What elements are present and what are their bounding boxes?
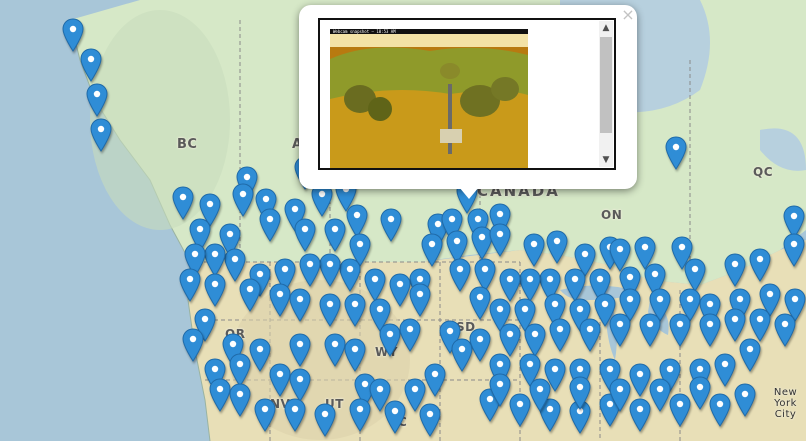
popup-scrollbar[interactable]: ▲ ▼ bbox=[599, 21, 613, 167]
map-marker-icon[interactable] bbox=[523, 233, 545, 267]
map-marker-icon[interactable] bbox=[62, 18, 84, 52]
map-marker-icon[interactable] bbox=[86, 83, 108, 117]
map-marker-icon[interactable] bbox=[349, 398, 371, 432]
map-marker-icon[interactable] bbox=[294, 218, 316, 252]
map-marker-icon[interactable] bbox=[629, 363, 651, 397]
map-marker-icon[interactable] bbox=[684, 258, 706, 292]
map-marker-icon[interactable] bbox=[519, 268, 541, 302]
map-marker-icon[interactable] bbox=[419, 403, 441, 437]
map-marker-icon[interactable] bbox=[324, 333, 346, 367]
map-marker-icon[interactable] bbox=[629, 398, 651, 432]
scroll-up-arrow-icon[interactable]: ▲ bbox=[599, 21, 613, 35]
map-marker-icon[interactable] bbox=[739, 338, 761, 372]
map-marker-icon[interactable] bbox=[254, 398, 276, 432]
map-marker-icon[interactable] bbox=[665, 136, 687, 170]
popup-content-frame[interactable]: Webcam snapshot — 10:53 AM ▲ ▼ bbox=[318, 18, 616, 170]
webcam-caption: Webcam snapshot — 10:53 AM bbox=[333, 29, 396, 34]
map-marker-icon[interactable] bbox=[579, 318, 601, 352]
map-marker-icon[interactable] bbox=[229, 383, 251, 417]
map-marker-icon[interactable] bbox=[384, 400, 406, 434]
map-marker-icon[interactable] bbox=[524, 323, 546, 357]
map-marker-icon[interactable] bbox=[549, 318, 571, 352]
map-marker-icon[interactable] bbox=[609, 313, 631, 347]
map-marker-icon[interactable] bbox=[689, 376, 711, 410]
map-marker-icon[interactable] bbox=[319, 253, 341, 287]
map-marker-icon[interactable] bbox=[609, 378, 631, 412]
map-marker-icon[interactable] bbox=[469, 328, 491, 362]
map-marker-icon[interactable] bbox=[649, 378, 671, 412]
map-marker-icon[interactable] bbox=[209, 378, 231, 412]
map-marker-icon[interactable] bbox=[182, 328, 204, 362]
map-marker-icon[interactable] bbox=[289, 368, 311, 402]
map-marker-icon[interactable] bbox=[669, 313, 691, 347]
scrollbar-thumb[interactable] bbox=[600, 37, 612, 133]
map-marker-icon[interactable] bbox=[749, 248, 771, 282]
map-marker-icon[interactable] bbox=[179, 268, 201, 302]
map-marker-icon[interactable] bbox=[289, 288, 311, 322]
map-marker-icon[interactable] bbox=[499, 323, 521, 357]
map-marker-icon[interactable] bbox=[499, 268, 521, 302]
map-marker-icon[interactable] bbox=[564, 268, 586, 302]
map-marker-icon[interactable] bbox=[379, 323, 401, 357]
map-marker-icon[interactable] bbox=[80, 48, 102, 82]
map-marker-icon[interactable] bbox=[699, 313, 721, 347]
map-marker-icon[interactable] bbox=[232, 183, 254, 217]
map-marker-icon[interactable] bbox=[314, 403, 336, 437]
map-marker-icon[interactable] bbox=[299, 253, 321, 287]
map-marker-icon[interactable] bbox=[289, 333, 311, 367]
map-marker-icon[interactable] bbox=[344, 293, 366, 327]
map-marker-icon[interactable] bbox=[714, 353, 736, 387]
map-marker-icon[interactable] bbox=[229, 353, 251, 387]
map-marker-icon[interactable] bbox=[224, 248, 246, 282]
map-marker-icon[interactable] bbox=[324, 218, 346, 252]
map-marker-icon[interactable] bbox=[204, 273, 226, 307]
map-marker-icon[interactable] bbox=[639, 313, 661, 347]
map-marker-icon[interactable] bbox=[389, 273, 411, 307]
map-marker-icon[interactable] bbox=[469, 286, 491, 320]
map-marker-icon[interactable] bbox=[449, 258, 471, 292]
map-marker-icon[interactable] bbox=[249, 338, 271, 372]
map-marker-icon[interactable] bbox=[239, 278, 261, 312]
map-marker-icon[interactable] bbox=[569, 376, 591, 410]
map-marker-icon[interactable] bbox=[319, 293, 341, 327]
map-marker-icon[interactable] bbox=[724, 308, 746, 342]
map-marker-icon[interactable] bbox=[380, 208, 402, 242]
map-marker-icon[interactable] bbox=[489, 223, 511, 257]
map-marker-icon[interactable] bbox=[546, 230, 568, 264]
map-marker-icon[interactable] bbox=[344, 338, 366, 372]
map-marker-icon[interactable] bbox=[734, 383, 756, 417]
map-marker-icon[interactable] bbox=[284, 398, 306, 432]
map-marker-icon[interactable] bbox=[269, 363, 291, 397]
map-marker-icon[interactable] bbox=[172, 186, 194, 220]
map-marker-icon[interactable] bbox=[509, 393, 531, 427]
map-marker-icon[interactable] bbox=[669, 393, 691, 427]
map-marker-icon[interactable] bbox=[529, 378, 551, 412]
map-marker-icon[interactable] bbox=[783, 233, 805, 267]
webcam-popup: Webcam snapshot — 10:53 AM ▲ ▼ bbox=[299, 5, 637, 189]
map-marker-icon[interactable] bbox=[421, 233, 443, 267]
map-marker-icon[interactable] bbox=[709, 393, 731, 427]
map-marker-icon[interactable] bbox=[269, 283, 291, 317]
popup-pointer bbox=[459, 187, 479, 199]
map-marker-icon[interactable] bbox=[339, 258, 361, 292]
map-marker-icon[interactable] bbox=[409, 283, 431, 317]
map-marker-icon[interactable] bbox=[399, 318, 421, 352]
scroll-down-arrow-icon[interactable]: ▼ bbox=[599, 153, 613, 167]
map-marker-icon[interactable] bbox=[204, 243, 226, 277]
webcam-image[interactable]: Webcam snapshot — 10:53 AM bbox=[330, 29, 528, 170]
map-marker-icon[interactable] bbox=[774, 313, 796, 347]
map-marker-icon[interactable] bbox=[364, 268, 386, 302]
map-marker-icon[interactable] bbox=[259, 208, 281, 242]
map-marker-icon[interactable] bbox=[90, 118, 112, 152]
map-marker-icon[interactable] bbox=[749, 308, 771, 342]
map-marker-icon[interactable] bbox=[724, 253, 746, 287]
close-icon[interactable]: × bbox=[621, 7, 635, 23]
map-marker-icon[interactable] bbox=[424, 363, 446, 397]
map-marker-icon[interactable] bbox=[489, 373, 511, 407]
